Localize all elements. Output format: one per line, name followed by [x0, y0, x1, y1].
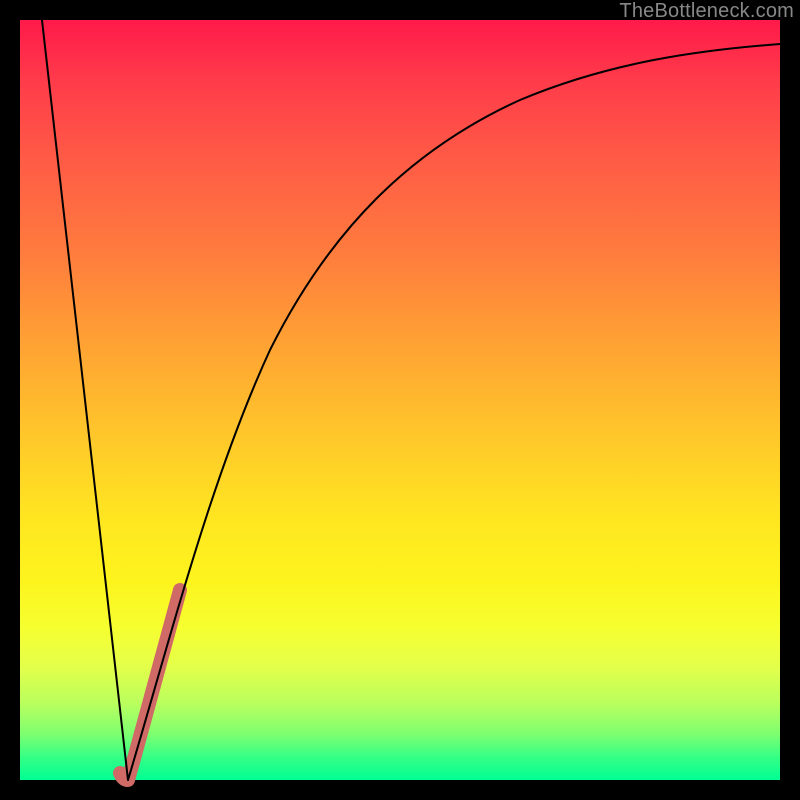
- chart-frame: TheBottleneck.com: [0, 0, 800, 800]
- chart-svg: [20, 20, 780, 780]
- watermark-text: TheBottleneck.com: [619, 0, 794, 23]
- rising-curve: [128, 44, 780, 780]
- left-falling-line: [42, 20, 128, 780]
- highlight-segment: [120, 590, 180, 780]
